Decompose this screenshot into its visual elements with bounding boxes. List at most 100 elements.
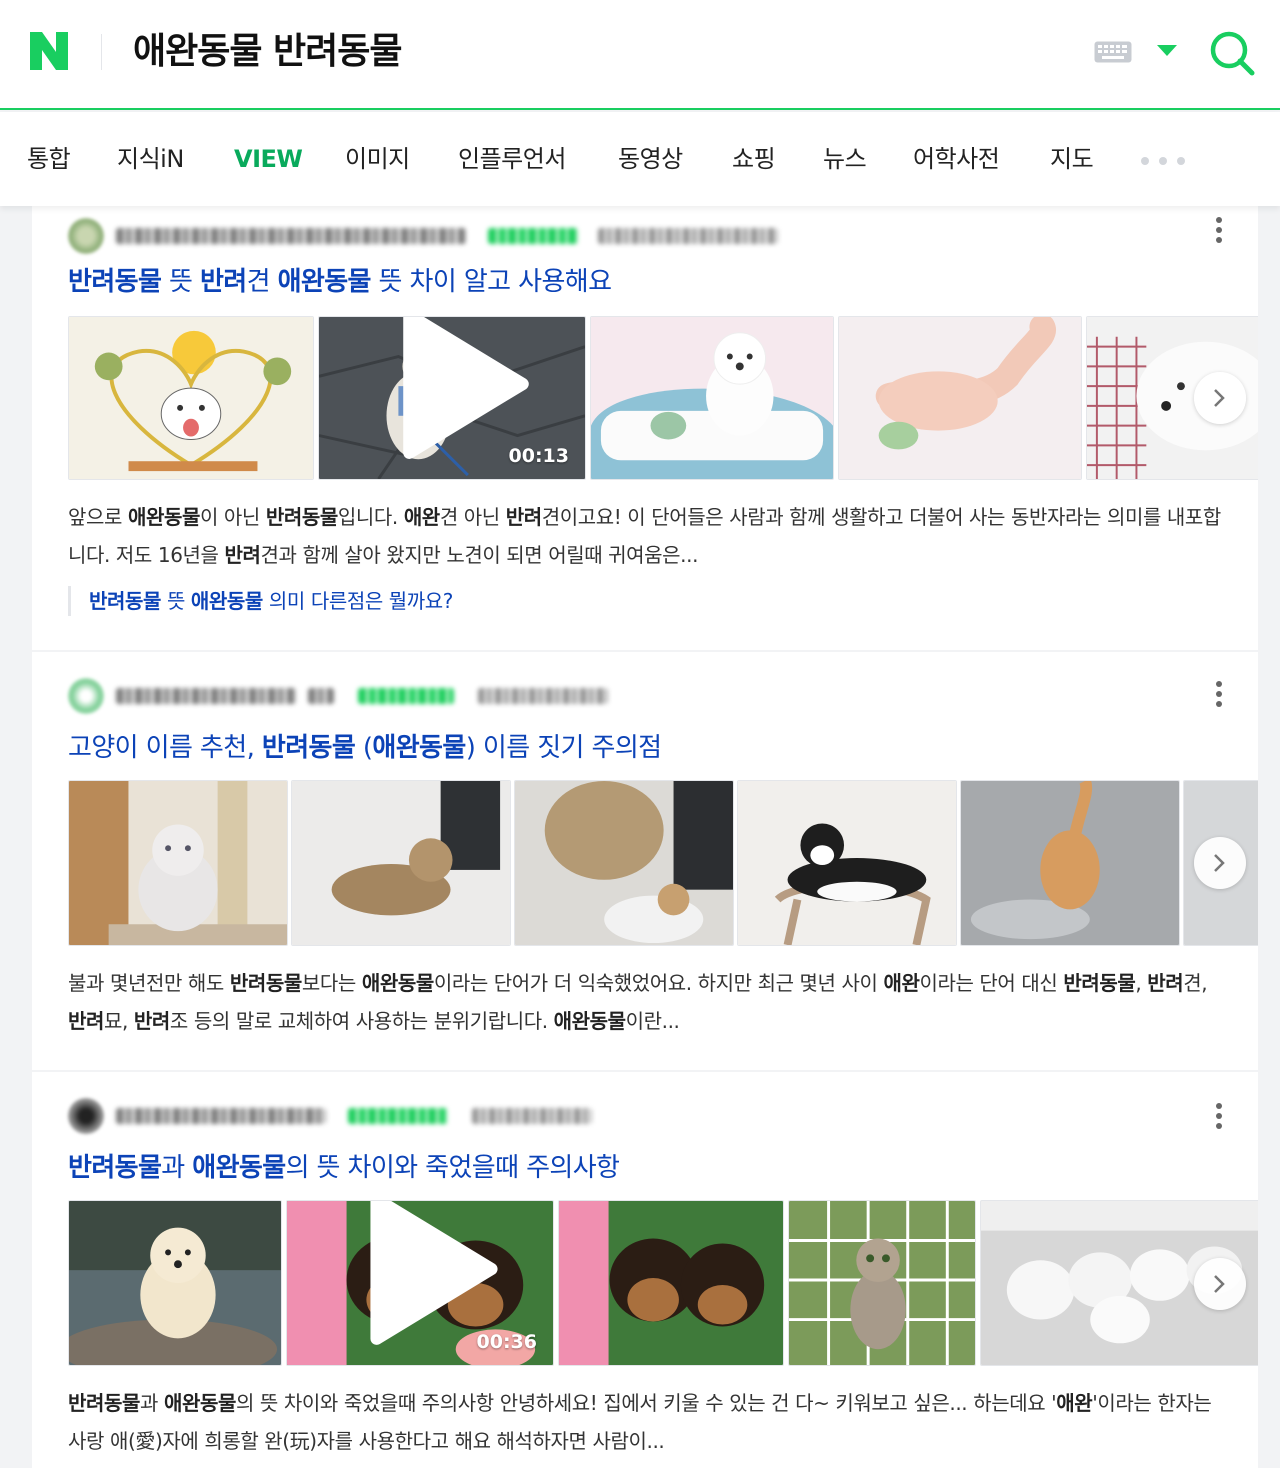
author-category [488,228,578,244]
tab-view[interactable]: VIEW [234,142,303,176]
thumbnail[interactable] [590,316,834,480]
highlighted-keyword: 애완동물 [553,1009,626,1033]
highlighted-keyword: 애완동물 [277,267,372,297]
more-options-icon[interactable] [1215,680,1223,708]
chevron-right-icon [1214,854,1225,872]
video-thumbnail[interactable]: 00:36 [286,1200,554,1366]
text-segment: ( [355,733,373,763]
tab-images[interactable]: 이미지 [345,142,410,176]
more-options-icon[interactable] [1215,1102,1223,1130]
tab-integrated[interactable]: 통합 [27,142,71,176]
text-segment: 이 아닌 [199,505,266,529]
highlighted-keyword: 애완 [1056,1391,1093,1415]
next-images-button[interactable] [1194,837,1246,889]
thumbnail[interactable] [838,316,1082,480]
text-segment: 의미 다른점은 뭘까요? [262,589,454,613]
text-segment: 뜻 차이 알고 사용해요 [370,267,612,297]
chevron-right-icon [1214,389,1225,407]
highlighted-keyword: 애완 [883,971,920,995]
tab-influencer[interactable]: 인플루언서 [458,142,566,176]
highlighted-keyword: 반려 [133,1009,170,1033]
thumbnail-strip: 00:13 [68,316,1258,480]
text-segment: 보다는 [301,971,362,995]
author-name[interactable] [116,1108,326,1124]
text-segment: 과 [161,1153,193,1183]
thumbnail[interactable] [788,1200,976,1366]
text-segment: 이라는 단어가 더 익숙했었어요. 하지만 최근 몇년 사이 [433,971,884,995]
search-icon[interactable] [1209,30,1255,76]
author-avatar[interactable] [68,1098,104,1134]
tab-kin[interactable]: 지식iN [117,142,184,176]
logo-divider [101,34,102,70]
text-segment: 묘, [104,1009,134,1033]
tab-news[interactable]: 뉴스 [823,142,867,176]
author-name[interactable] [116,688,296,704]
thumbnail[interactable] [68,316,314,480]
result-card: 반려동물 뜻 반려견 애완동물 뜻 차이 알고 사용해요 00:13 앞으로 애… [32,206,1258,650]
text-segment: 뜻 [161,267,200,297]
tab-video[interactable]: 동영상 [618,142,683,176]
text-segment: 견과 함께 살아 왔지만 노견이 되면 어릴때 귀여움은... [260,543,699,567]
thumbnail-strip [68,780,1258,946]
more-tabs-icon[interactable] [1140,156,1186,166]
search-tabs: 통합 지식iN VIEW 이미지 인플루언서 동영상 쇼핑 뉴스 어학사전 지도 [0,112,1280,206]
thumbnail[interactable] [68,1200,282,1366]
result-description: 불과 몇년전만 해도 반려동물보다는 애완동물이라는 단어가 더 익숙했었어요.… [68,964,1228,1040]
text-segment: 뜻 [161,589,191,613]
result-title[interactable]: 반려동물과 애완동물의 뜻 차이와 죽었을때 주의사항 [68,1150,620,1186]
search-query[interactable]: 애완동물 반려동물 [133,28,402,76]
highlighted-keyword: 반려 [199,267,247,297]
video-thumbnail[interactable]: 00:13 [318,316,586,480]
thumbnail[interactable] [514,780,734,946]
tab-shopping[interactable]: 쇼핑 [732,142,776,176]
text-segment: 불과 몇년전만 해도 [68,971,230,995]
result-description: 앞으로 애완동물이 아닌 반려동물입니다. 애완견 아닌 반려견이고요! 이 단… [68,498,1228,574]
highlighted-keyword: 반려동물 [89,589,161,613]
text-segment: 이라는 단어 대신 [919,971,1064,995]
highlighted-keyword: 애완동물 [127,505,200,529]
next-images-button[interactable] [1194,1258,1246,1310]
search-header: 애완동물 반려동물 [0,0,1280,110]
highlighted-keyword: 애완동물 [163,1391,236,1415]
result-card: 고양이 이름 추천, 반려동물 ( 애완동물 ) 이름 짓기 주의점 불과 몇년전만… [32,652,1258,1070]
thumbnail[interactable] [960,780,1180,946]
highlighted-keyword: 반려동물 [1063,971,1136,995]
thumbnail[interactable] [558,1200,784,1366]
author-name[interactable] [116,228,466,244]
highlighted-keyword: 반려동물 [265,505,338,529]
thumbnail[interactable] [737,780,957,946]
keyboard-icon[interactable] [1094,41,1132,63]
result-meta [68,1098,768,1134]
result-title[interactable]: 반려동물 뜻 반려견 애완동물 뜻 차이 알고 사용해요 [68,264,612,300]
highlighted-keyword: 애완동물 [190,589,263,613]
video-duration: 00:13 [508,445,569,467]
chevron-right-icon [1214,1275,1225,1293]
text-segment: 의 뜻 차이와 죽었을때 주의사항 [285,1153,620,1183]
text-segment: 입니다. [337,505,404,529]
chevron-down-icon[interactable] [1157,45,1177,57]
post-date [478,688,608,704]
more-options-icon[interactable] [1215,216,1223,244]
author-category [348,1108,448,1124]
author-avatar[interactable] [68,678,104,714]
tab-dictionary[interactable]: 어학사전 [913,142,1000,176]
text-segment: 앞으로 [68,505,128,529]
next-images-button[interactable] [1194,372,1246,424]
tab-map[interactable]: 지도 [1050,142,1094,176]
naver-logo[interactable] [28,30,70,72]
related-post-link[interactable]: 반려동물 뜻 애완동물 의미 다른점은 뭘까요? [68,586,453,616]
thumbnail[interactable] [291,780,511,946]
result-title[interactable]: 고양이 이름 추천, 반려동물 (애완동물) 이름 짓기 주의점 [68,730,662,766]
highlighted-keyword: 반려 [224,543,261,567]
highlighted-keyword: 반려동물 [229,971,302,995]
highlighted-keyword: 반려동물 [68,1153,162,1183]
result-meta [68,678,768,714]
post-date [472,1108,592,1124]
highlighted-keyword: 반려동물 [68,267,162,297]
post-date [598,228,778,244]
text-segment: 고양이 이름 추천, [68,733,262,763]
thumbnail[interactable] [68,780,288,946]
author-category [358,688,454,704]
author-avatar[interactable] [68,218,104,254]
text-segment: ) 이름 짓기 주의점 [465,733,662,763]
